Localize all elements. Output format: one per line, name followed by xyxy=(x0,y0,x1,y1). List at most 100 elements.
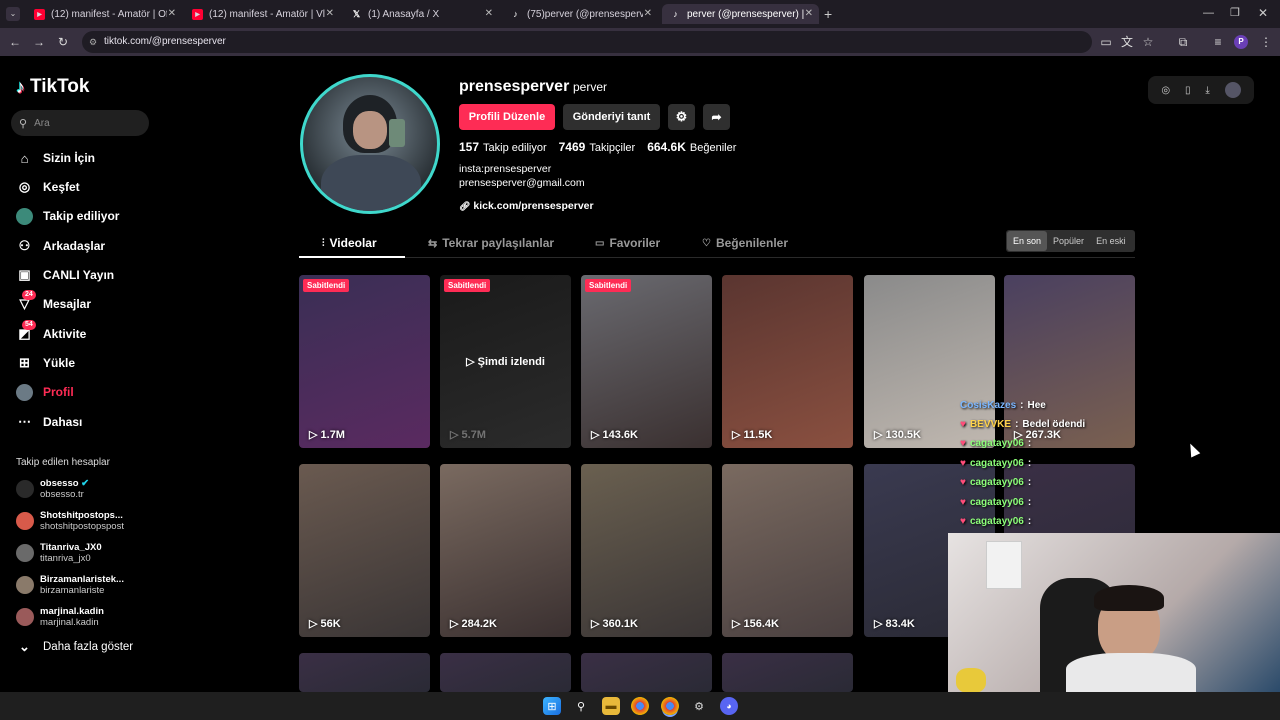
chrome-icon[interactable] xyxy=(631,697,649,715)
sort-toggle[interactable]: En son Popüler En eski xyxy=(1006,230,1135,252)
taskbar-search-icon[interactable]: ⚲ xyxy=(572,697,590,715)
reload-icon[interactable]: ↻ xyxy=(56,35,70,49)
tab-favorites[interactable]: ▭ Favoriler xyxy=(595,236,660,250)
restore-icon[interactable]: ❐ xyxy=(1230,6,1240,19)
back-icon[interactable]: ← xyxy=(8,35,22,49)
device-icon[interactable]: ▯ xyxy=(1185,85,1191,96)
video-thumbnail[interactable]: Sabitlendi ▷ 1.7M xyxy=(299,275,430,448)
sidebar-nav-item[interactable]: ▣ CANLI Yayın xyxy=(16,265,114,285)
settings-app-icon[interactable]: ⚙ xyxy=(690,697,708,715)
chrome-active-icon[interactable] xyxy=(661,697,679,715)
translate-icon[interactable]: 文 xyxy=(1120,35,1134,49)
browser-menu-icon[interactable]: ⋮ xyxy=(1259,35,1273,49)
cast-icon[interactable]: ▭ xyxy=(1099,35,1113,49)
sidebar-nav-item[interactable]: ◎ Keşfet xyxy=(16,177,80,197)
followed-account[interactable]: obsesso ✔ obsesso.tr xyxy=(16,476,89,502)
share-icon[interactable]: ➦ xyxy=(703,104,730,130)
browser-tab[interactable]: ♪ (75)perver (@prensesperver) | T✕ xyxy=(502,4,658,24)
start-windows-icon[interactable]: ⊞ xyxy=(543,697,561,715)
sidebar-nav-item[interactable]: ⊞ Yükle xyxy=(16,353,75,373)
bookmark-star-icon[interactable]: ☆ xyxy=(1141,35,1155,49)
video-thumbnail[interactable] xyxy=(440,653,571,692)
play-count-icon: ▷ xyxy=(591,618,603,630)
close-tab-icon[interactable]: ✕ xyxy=(168,8,176,19)
browser-tab[interactable]: ♪ perver (@prensesperver) | TikTo✕ xyxy=(662,4,819,24)
video-thumbnail[interactable]: ▷ 11.5K xyxy=(722,275,853,448)
show-more-button[interactable]: ⌄ Daha fazla göster xyxy=(16,637,133,657)
forward-icon[interactable]: → xyxy=(32,35,46,49)
video-thumbnail[interactable] xyxy=(581,653,712,692)
video-thumbnail[interactable]: ▷ 284.2K xyxy=(440,464,571,637)
profile-link[interactable]: 🔗︎ kick.com/prensesperver xyxy=(459,200,594,212)
sidebar-nav-label: Yükle xyxy=(43,356,76,370)
pinned-badge: Sabitlendi xyxy=(444,279,491,292)
video-thumbnail[interactable]: ▷ 56K xyxy=(299,464,430,637)
browser-tab[interactable]: ▶ (12) manifest - Amatör | Vlog -✕ xyxy=(184,4,340,24)
settings-gear-icon[interactable]: ⚙ xyxy=(668,104,695,130)
sidebar-nav-item[interactable]: Takip ediliyor xyxy=(16,206,119,226)
video-thumbnail[interactable] xyxy=(299,653,430,692)
tiktok-logo[interactable]: ♪ TikTok xyxy=(16,76,89,98)
play-count-icon: ▷ xyxy=(591,429,603,441)
promote-post-button[interactable]: Gönderiyi tanıt xyxy=(563,104,660,130)
profile-avatar[interactable] xyxy=(300,74,440,214)
chat-message: CosisKazes: Hee xyxy=(960,400,1046,411)
sidebar-nav-item[interactable]: ▽ 24 Mesajlar xyxy=(16,289,91,314)
new-tab-icon[interactable]: + xyxy=(824,6,832,22)
close-tab-icon[interactable]: ✕ xyxy=(644,8,652,19)
tab-reposts[interactable]: ⇆ Tekrar paylaşılanlar xyxy=(428,236,554,250)
views-label: ▷ 83.4K xyxy=(874,617,915,630)
minimize-icon[interactable]: — xyxy=(1203,7,1214,19)
chat-separator: : xyxy=(1027,516,1032,527)
discord-icon[interactable]: ◕ xyxy=(720,697,738,715)
sidebar-nav-item[interactable]: ⚇ Arkadaşlar xyxy=(16,236,105,256)
sort-popular[interactable]: Popüler xyxy=(1047,231,1090,251)
extensions-icon[interactable]: ⧉ xyxy=(1176,35,1190,49)
chat-message: ♥ cagatayy06: xyxy=(960,516,1035,527)
browser-profile-avatar[interactable]: P xyxy=(1234,35,1248,49)
video-thumbnail[interactable]: ▷ 360.1K xyxy=(581,464,712,637)
sidebar-nav-item[interactable]: ◩ 54 Aktivite xyxy=(16,319,87,344)
close-tab-icon[interactable]: ✕ xyxy=(326,8,334,19)
browser-tab[interactable]: ▶ (12) manifest - Amatör | Officia✕ xyxy=(26,4,182,24)
sort-oldest[interactable]: En eski xyxy=(1090,231,1132,251)
compass-icon: ◎ xyxy=(18,179,31,194)
tab-search-icon[interactable]: ⌄ xyxy=(6,7,20,21)
following-stat[interactable]: 157 Takip ediliyor xyxy=(459,140,547,154)
sidebar-nav-item[interactable]: ⌂ Sizin İçin xyxy=(16,148,95,168)
info-circle-icon[interactable]: ◎ xyxy=(1161,85,1170,96)
tab-liked[interactable]: ♡ Beğenilenler xyxy=(702,236,788,250)
followed-account[interactable]: Birzamanlaristek... birzamanlariste xyxy=(16,572,124,598)
sidebar-nav-label: Aktivite xyxy=(43,327,87,341)
video-thumbnail[interactable]: Sabitlendi ▷ Şimdi izlendi ▷ 5.7M xyxy=(440,275,571,448)
chat-separator: : xyxy=(1027,497,1032,508)
chat-separator: : xyxy=(1027,477,1032,488)
close-window-icon[interactable]: ✕ xyxy=(1258,6,1268,20)
view-count: 130.5K xyxy=(885,429,921,441)
browser-tab[interactable]: 𝕏 (1) Anasayfa / X ✕ xyxy=(343,4,499,24)
followed-account[interactable]: Titanriva_JX0 titanriva_jx0 xyxy=(16,540,102,566)
followed-account[interactable]: marjinal.kadin marjinal.kadin xyxy=(16,604,104,630)
video-thumbnail[interactable]: Sabitlendi ▷ 143.6K xyxy=(581,275,712,448)
followers-stat[interactable]: 7469 Takipçiler xyxy=(559,140,636,154)
sidebar-nav-item[interactable]: Profil xyxy=(16,382,74,402)
tab-videos[interactable]: ⫶ Videolar xyxy=(322,236,377,250)
edit-profile-button[interactable]: Profili Düzenle xyxy=(459,104,555,130)
chat-heart-icon: ♥ xyxy=(960,438,966,449)
view-count: 1.7M xyxy=(320,429,345,441)
search-input[interactable]: ⚲ Ara xyxy=(11,110,149,136)
video-thumbnail[interactable] xyxy=(722,653,853,692)
site-info-icon[interactable]: ⚙ xyxy=(89,31,97,53)
close-tab-icon[interactable]: ✕ xyxy=(805,8,813,19)
video-thumbnail[interactable]: ▷ 156.4K xyxy=(722,464,853,637)
followed-account[interactable]: Shotshitpostops... shotshitpostopspost xyxy=(16,508,124,534)
account-avatar[interactable] xyxy=(1224,82,1241,98)
url-field[interactable]: ⚙ tiktok.com/@prensesperver xyxy=(82,31,1092,53)
download-icon[interactable]: ⤓ xyxy=(1205,85,1209,96)
sidebar-nav-item[interactable]: ⋯ Dahası xyxy=(16,412,82,432)
media-icon[interactable]: ≡ xyxy=(1211,35,1225,49)
sort-latest[interactable]: En son xyxy=(1007,231,1048,251)
chat-username: cagatayy06 xyxy=(969,438,1024,449)
close-tab-icon[interactable]: ✕ xyxy=(485,8,493,19)
file-explorer-icon[interactable]: ▬ xyxy=(602,697,620,715)
